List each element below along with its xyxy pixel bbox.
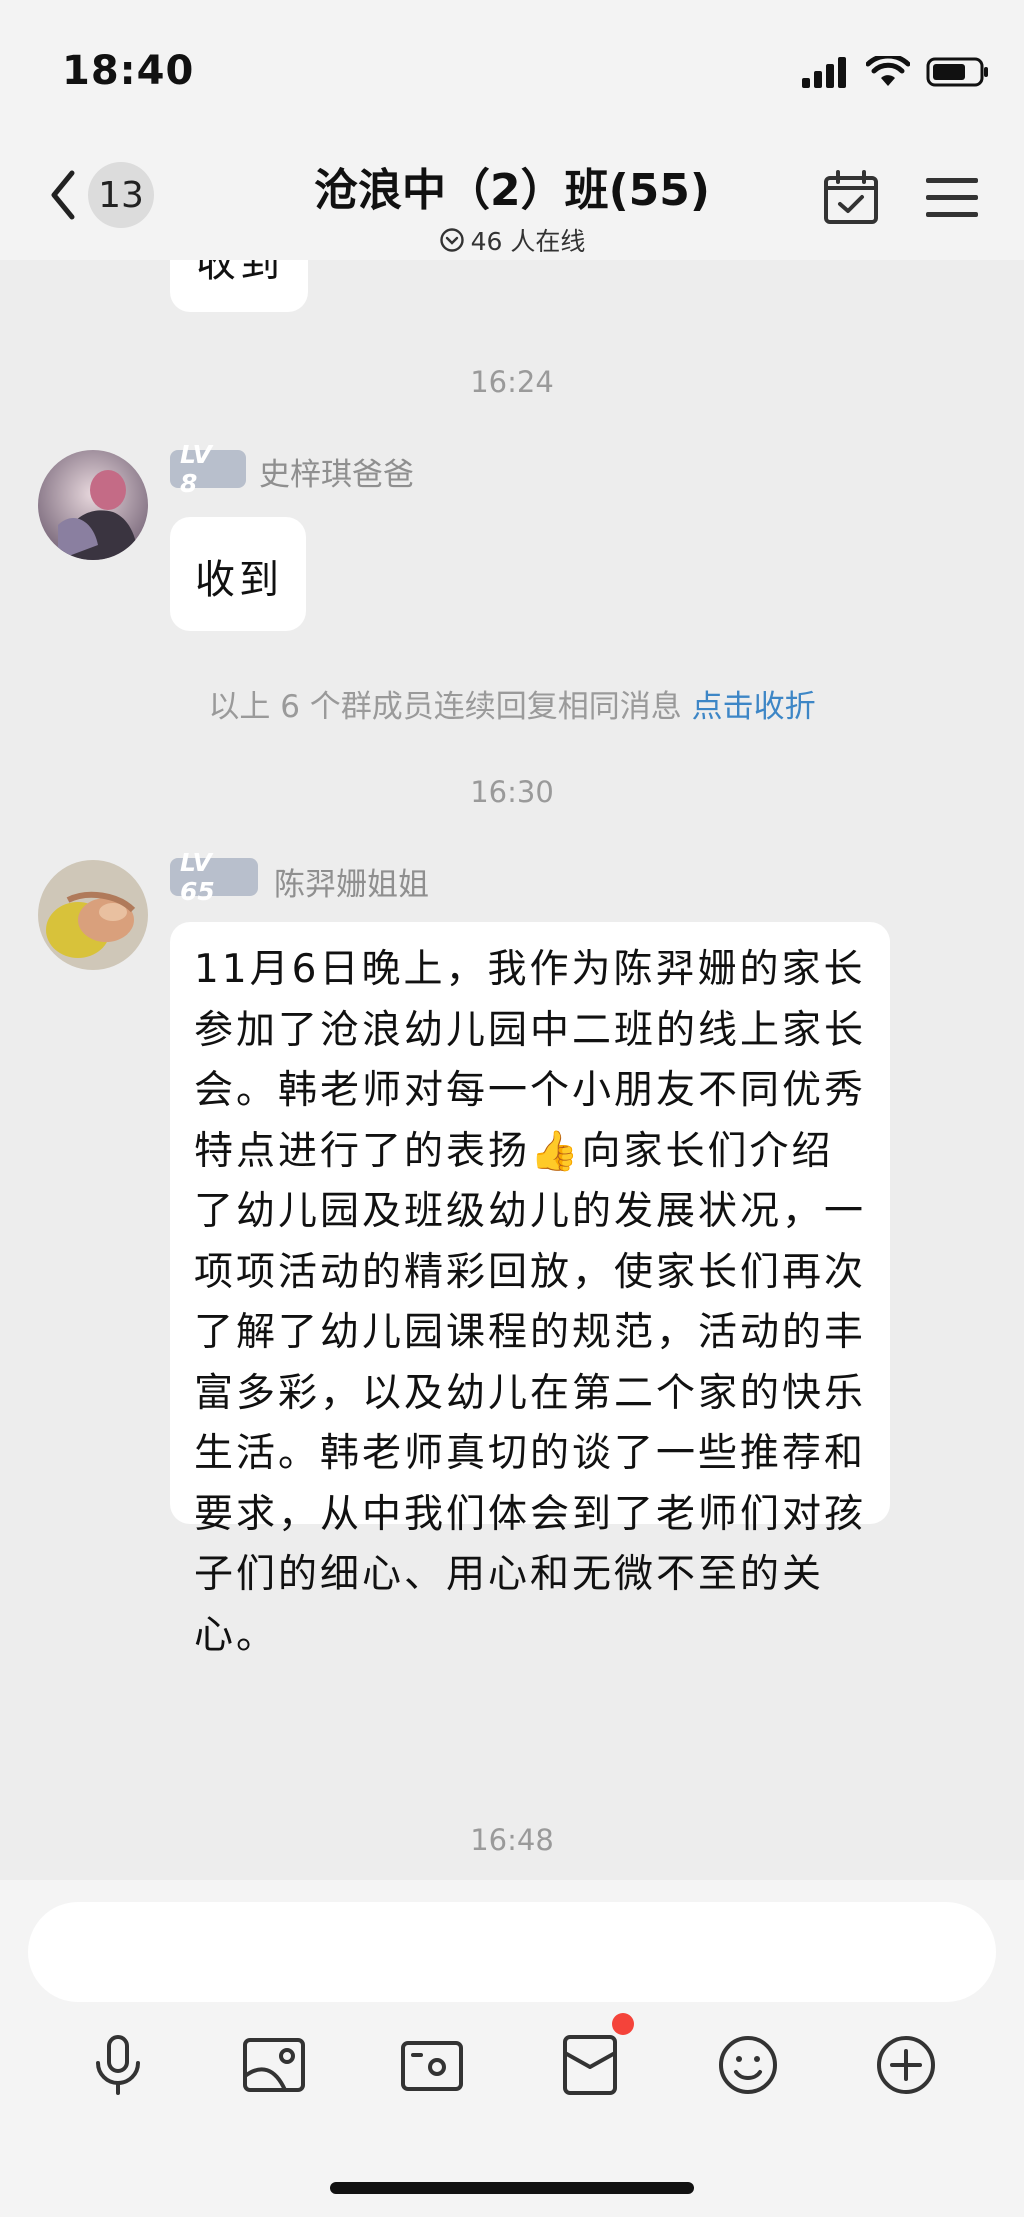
cellular-signal-icon: [802, 57, 846, 88]
calendar-button[interactable]: [822, 170, 880, 230]
collapse-note: 以上 6 个群成员连续回复相同消息 点击收折: [0, 681, 1024, 726]
notification-dot: [612, 2013, 634, 2035]
status-bar: 18:40: [0, 0, 1024, 140]
level-badge: LV 8: [170, 440, 246, 498]
sender-name[interactable]: 史梓琪爸爸: [259, 449, 414, 494]
avatar-image: [38, 450, 148, 560]
message-text: 收到: [195, 557, 283, 603]
timestamp: 16:48: [470, 1823, 554, 1857]
status-time: 18:40: [62, 48, 195, 94]
timestamp: 16:30: [470, 775, 554, 809]
wifi-icon: [866, 56, 910, 86]
message-text: 11月6日晚上，我作为陈羿姗的家长参加了沧浪幼儿园中二班的线上家长会。韩老师对每…: [194, 947, 867, 1658]
message-bubble[interactable]: 收到: [170, 517, 306, 631]
more-button[interactable]: [866, 2025, 946, 2105]
menu-button[interactable]: [924, 176, 980, 224]
red-packet-button[interactable]: [550, 2013, 634, 2105]
calendar-check-icon: [824, 170, 878, 224]
input-toolbar: [0, 2013, 1024, 2125]
plus-icon: [877, 2036, 935, 2094]
image-button[interactable]: [234, 2025, 314, 2105]
image-icon: [243, 2038, 305, 2092]
online-count: 46 人在线: [470, 227, 586, 256]
avatar-image: [38, 860, 148, 970]
status-icons: [800, 56, 990, 88]
sender-name[interactable]: 陈羿姗姐姐: [274, 859, 429, 904]
level-badge: LV 65: [170, 848, 258, 906]
timestamp: 16:24: [470, 365, 554, 399]
voice-button[interactable]: [78, 2025, 158, 2105]
hamburger-menu-icon: [926, 178, 978, 217]
input-panel: [0, 1880, 1024, 2217]
emoji-icon: [719, 2036, 777, 2094]
message-bubble[interactable]: 11月6日晚上，我作为陈羿姗的家长参加了沧浪幼儿园中二班的线上家长会。韩老师对每…: [170, 922, 890, 1658]
collapse-link[interactable]: 点击收折: [692, 689, 816, 725]
chat-messages[interactable]: 收到 16:24 LV 8 史梓琪爸爸 收到 以上 6 个群成员连续回复相同消息…: [0, 260, 1024, 1880]
camera-icon: [401, 2041, 463, 2091]
message-bubble[interactable]: 收到: [170, 260, 308, 312]
chevron-circle-down-icon: [439, 228, 464, 252]
message-text: 收到: [196, 260, 284, 286]
message-input[interactable]: [28, 1902, 996, 2002]
battery-icon: [926, 57, 988, 87]
collapse-note-text: 以上 6 个群成员连续回复相同消息: [208, 689, 682, 725]
home-indicator: [330, 2182, 694, 2194]
emoji-button[interactable]: [708, 2025, 788, 2105]
avatar[interactable]: [38, 450, 148, 560]
chat-header: 13 沧浪中（2）班(55) 46 人在线: [0, 140, 1024, 260]
microphone-icon: [96, 2035, 140, 2095]
camera-button[interactable]: [392, 2025, 472, 2105]
avatar[interactable]: [38, 860, 148, 970]
red-packet-icon: [563, 2035, 617, 2095]
